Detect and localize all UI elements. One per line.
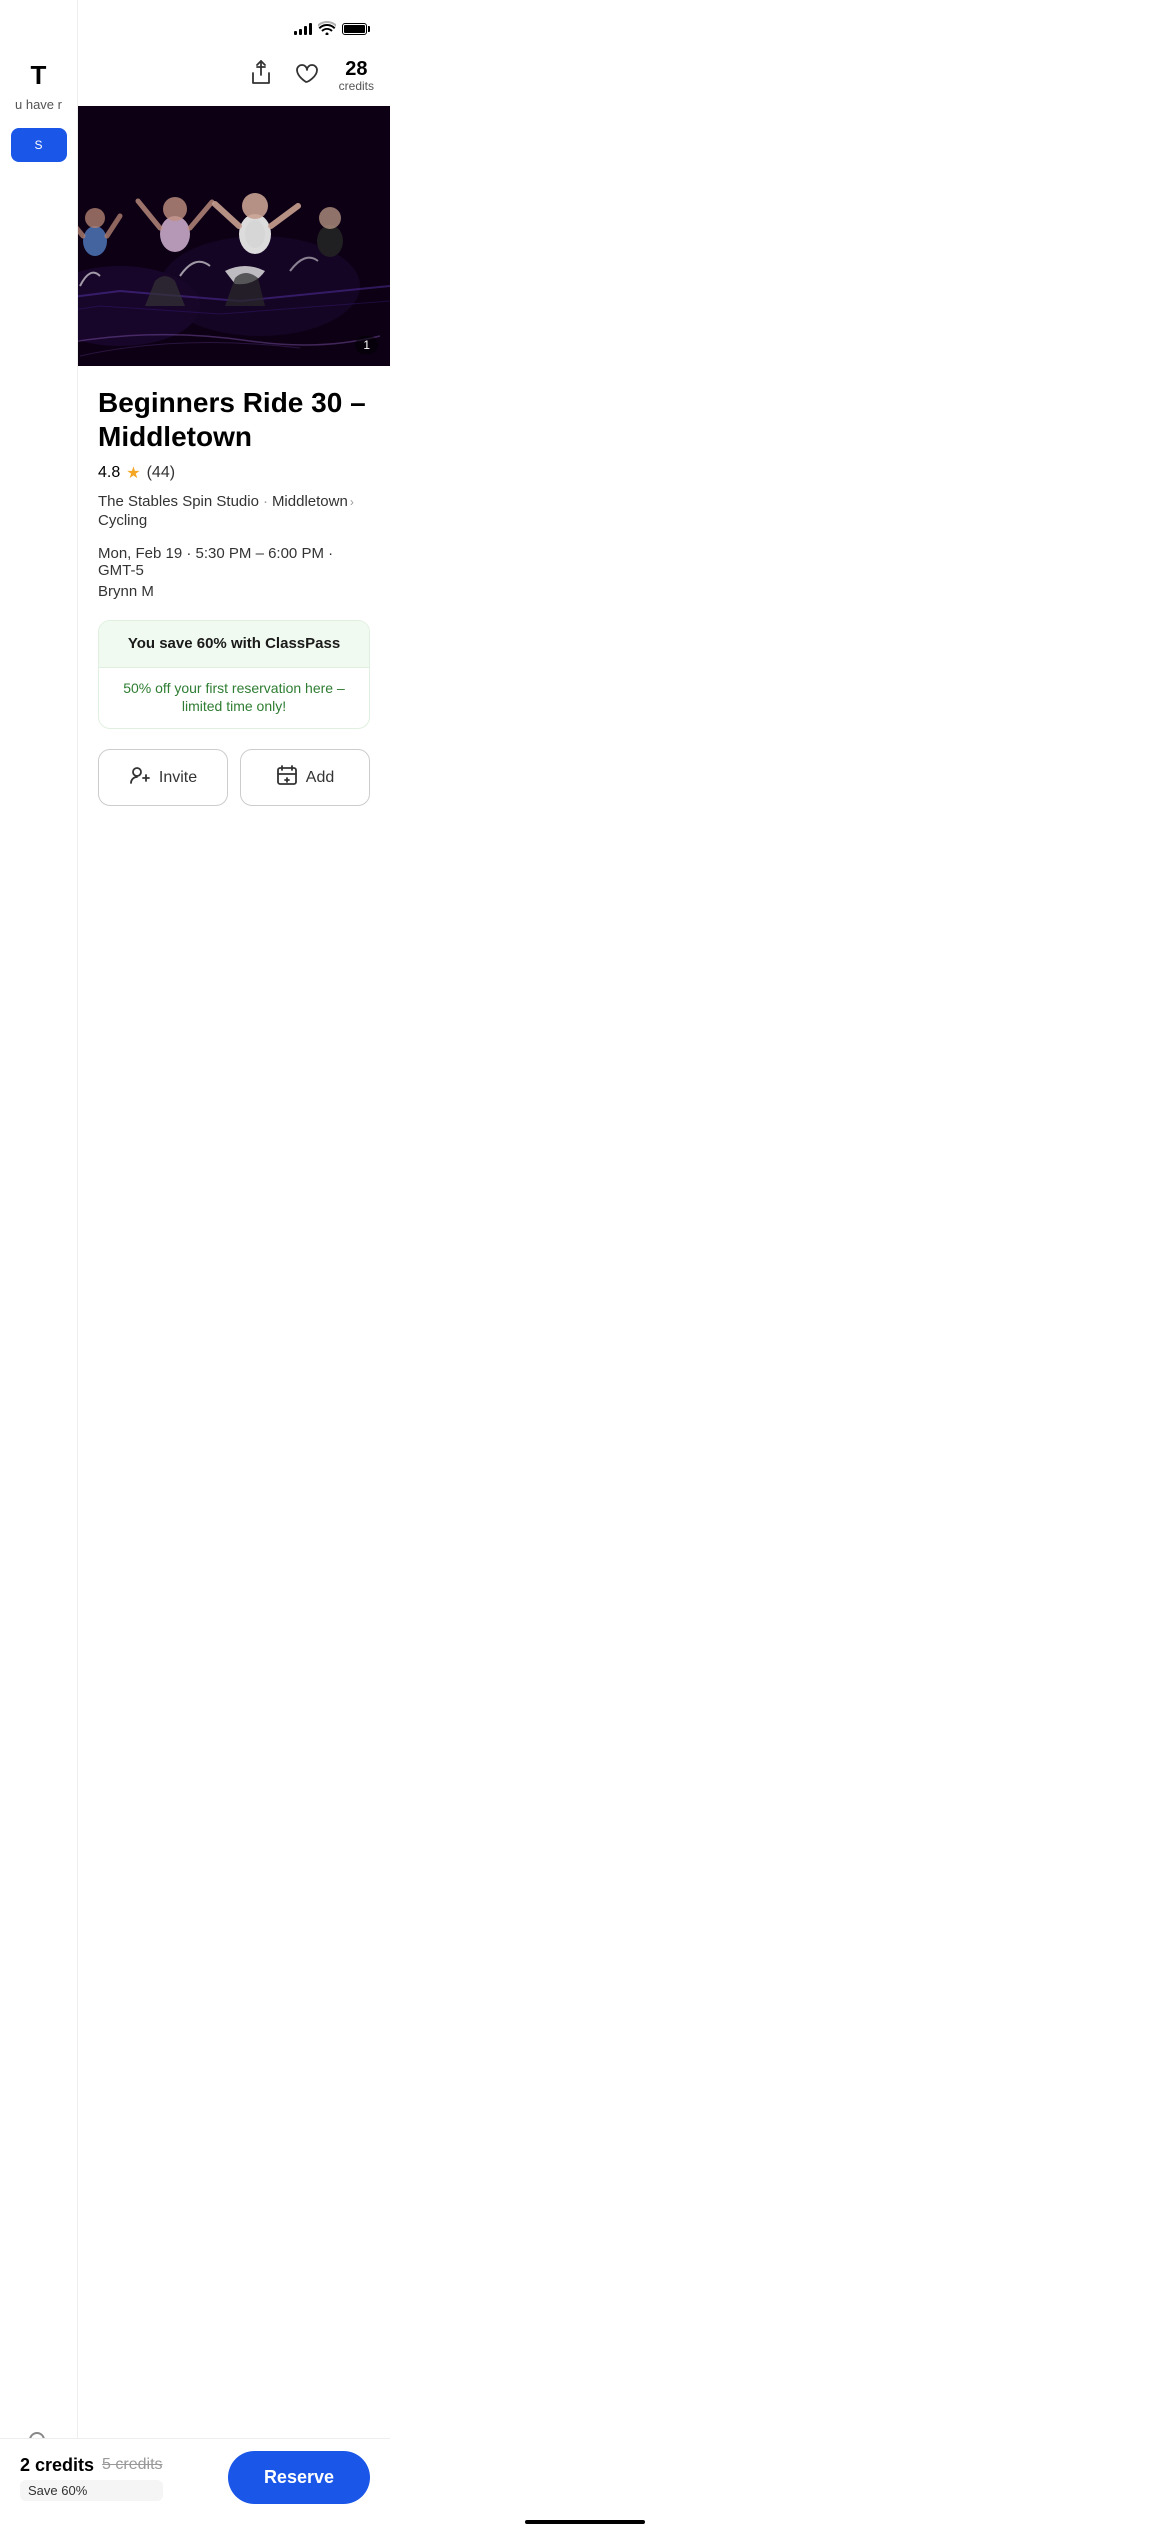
class-title: Beginners Ride 30 – Middletown [98, 386, 370, 453]
credits-current: 2 credits [20, 2455, 94, 2476]
savings-main: You save 60% with ClassPass [99, 621, 369, 667]
sidebar-title: T [31, 60, 47, 91]
credits-pricing: 2 credits 5 credits Save 60% [20, 2455, 163, 2501]
page-indicator: 1 [355, 336, 378, 354]
home-indicator [525, 2520, 645, 2524]
wifi-icon [318, 21, 336, 38]
add-button[interactable]: Add [240, 749, 370, 806]
studio-name: The Stables Spin Studio [98, 493, 259, 510]
signal-icon [294, 23, 312, 35]
savings-main-text: You save 60% with ClassPass [128, 635, 340, 652]
status-icons [294, 21, 370, 38]
content-area: Beginners Ride 30 – Middletown 4.8 ★ (44… [78, 366, 390, 950]
credits-number: 28 [345, 58, 367, 80]
rating-number: 4.8 [98, 464, 120, 482]
favorite-icon[interactable] [293, 61, 319, 91]
credits-label: credits [339, 80, 374, 93]
studio-row[interactable]: The Stables Spin Studio · Middletown › [98, 493, 370, 510]
header-right: 28 credits [249, 58, 374, 93]
rating-row: 4.8 ★ (44) [98, 463, 370, 483]
bottom-bar: 2 credits 5 credits Save 60% Reserve [0, 2438, 390, 2532]
save-badge: Save 60% [20, 2480, 163, 2501]
reserve-button[interactable]: Reserve [228, 2451, 370, 2504]
credits-display: 28 credits [339, 58, 374, 93]
location-link[interactable]: Middletown › [272, 493, 354, 510]
share-icon[interactable] [249, 59, 273, 93]
calendar-add-icon [276, 764, 298, 791]
add-label: Add [306, 769, 334, 787]
credits-row: 2 credits 5 credits [20, 2455, 163, 2476]
action-buttons: Invite Add [98, 749, 370, 806]
instructor: Brynn M [98, 583, 370, 600]
sidebar-panel: T u have r S Search [0, 0, 78, 2532]
invite-button[interactable]: Invite [98, 749, 228, 806]
main-content: Beginners Ride 30 – Middletown 4.8 ★ (44… [78, 366, 390, 950]
battery-icon [342, 23, 370, 35]
category: Cycling [98, 512, 370, 529]
rating-count: (44) [147, 464, 175, 482]
invite-label: Invite [159, 769, 197, 787]
credits-original: 5 credits [102, 2456, 162, 2474]
savings-banner: You save 60% with ClassPass 50% off your… [98, 620, 370, 729]
savings-promo: 50% off your first reservation here – li… [99, 667, 369, 728]
datetime: Mon, Feb 19 · 5:30 PM – 6:00 PM · GMT-5 [98, 545, 370, 579]
chevron-right-icon: › [350, 495, 354, 509]
star-icon: ★ [126, 463, 140, 483]
sidebar-action-button[interactable]: S [11, 128, 67, 162]
invite-icon [129, 765, 151, 790]
location-text: Middletown [272, 493, 348, 510]
dot-separator: · [263, 493, 268, 510]
sidebar-text: u have r [9, 97, 68, 112]
savings-promo-text: 50% off your first reservation here – li… [123, 680, 345, 714]
